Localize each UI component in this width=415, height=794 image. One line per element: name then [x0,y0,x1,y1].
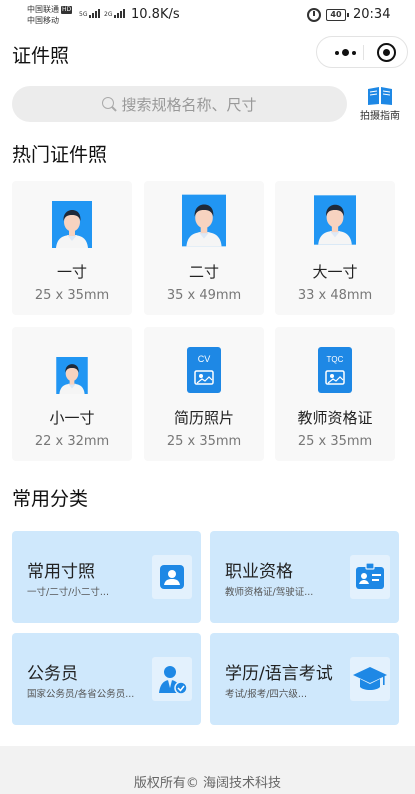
signal-icon-2: 2G [104,9,126,18]
copyright-text: 版权所有© 海阔技术科技 [133,776,282,791]
category-subtitle: 国家公务员/各省公务员... [27,689,135,700]
card-name: 简历照片 [173,409,234,427]
card-name: 小一寸 [49,409,95,427]
search-icon [102,97,117,112]
search-bar[interactable]: 搜索规格名称、尺寸 [12,86,347,122]
category-title: 学历/语言考试 [225,664,333,684]
guide-label: 拍摄指南 [360,111,400,122]
portrait-photo-icon [314,195,356,245]
open-book-icon [368,87,392,105]
hot-card-4[interactable]: 小一寸 22 x 32mm [12,327,132,461]
tqc-badge: TQC [327,355,344,364]
battery-icon: 40 [326,9,349,21]
hot-card-3[interactable]: 大一寸 33 x 48mm [275,181,395,315]
categories-section-title: 常用分类 [12,488,89,510]
card-size: 25 x 35mm [166,434,242,449]
card-name: 一寸 [56,263,87,281]
search-placeholder: 搜索规格名称、尺寸 [121,96,257,114]
portrait-photo-icon [182,194,226,247]
shooting-guide-button[interactable]: 拍摄指南 [356,84,404,124]
clock: 20:34 [353,7,391,22]
alarm-icon [307,8,321,22]
category-card-1[interactable]: 常用寸照 一寸/二寸/小二寸... [12,531,201,623]
carrier-info: 中国联通 HD 中国移动 [27,4,73,26]
portrait-photo-icon [52,201,92,248]
portrait-photo-icon [56,357,88,394]
category-title: 职业资格 [225,562,293,582]
category-subtitle: 一寸/二寸/小二寸... [27,587,109,598]
signal-icon: 5G [79,9,101,18]
hot-card-6[interactable]: TQC 教师资格证 25 x 35mm [275,327,395,461]
category-title: 公务员 [27,664,78,684]
card-name: 大一寸 [312,263,358,281]
card-size: 35 x 49mm [166,288,242,303]
category-card-3[interactable]: 公务员 国家公务员/各省公务员... [12,633,201,725]
network-2-label: 2G [104,11,113,18]
card-size: 33 x 48mm [297,288,373,303]
card-name: 二寸 [188,263,219,281]
tqc-doc-icon: TQC [318,347,352,393]
card-size: 22 x 32mm [34,434,110,449]
card-size: 25 x 35mm [34,288,110,303]
target-close-icon[interactable] [377,43,396,62]
official-person-icon [152,657,192,701]
network-speed: 10.8K/s [131,7,180,22]
category-subtitle: 考试/报考/四六级... [225,689,307,700]
network-1-label: 5G [79,11,88,18]
nav-bar: 证件照 [0,32,415,74]
person-card-icon [152,555,192,599]
hot-section-title: 热门证件照 [12,144,108,166]
card-name: 教师资格证 [297,409,373,427]
page-title: 证件照 [12,45,70,67]
hot-card-2[interactable]: 二寸 35 x 49mm [144,181,264,315]
cv-doc-icon: CV [187,347,221,393]
mini-program-capsule [316,36,408,68]
category-subtitle: 教师资格证/驾驶证... [225,587,314,598]
card-size: 25 x 35mm [297,434,373,449]
capsule-divider [363,45,364,60]
id-badge-icon [350,555,390,599]
category-title: 常用寸照 [27,562,95,582]
carrier-1: 中国联通 [27,5,59,14]
footer: 版权所有© 海阔技术科技 [0,746,415,794]
hot-card-1[interactable]: 一寸 25 x 35mm [12,181,132,315]
carrier-2: 中国移动 [27,16,59,25]
cv-badge: CV [198,354,211,364]
more-dots-icon[interactable] [329,37,363,67]
graduation-cap-icon [350,657,390,701]
hd-badge: HD [61,6,73,14]
hot-card-5[interactable]: CV 简历照片 25 x 35mm [144,327,264,461]
category-card-4[interactable]: 学历/语言考试 考试/报考/四六级... [210,633,399,725]
status-bar: 中国联通 HD 中国移动 5G 2G 10.8K/s 40 20:34 [0,0,415,32]
category-card-2[interactable]: 职业资格 教师资格证/驾驶证... [210,531,399,623]
